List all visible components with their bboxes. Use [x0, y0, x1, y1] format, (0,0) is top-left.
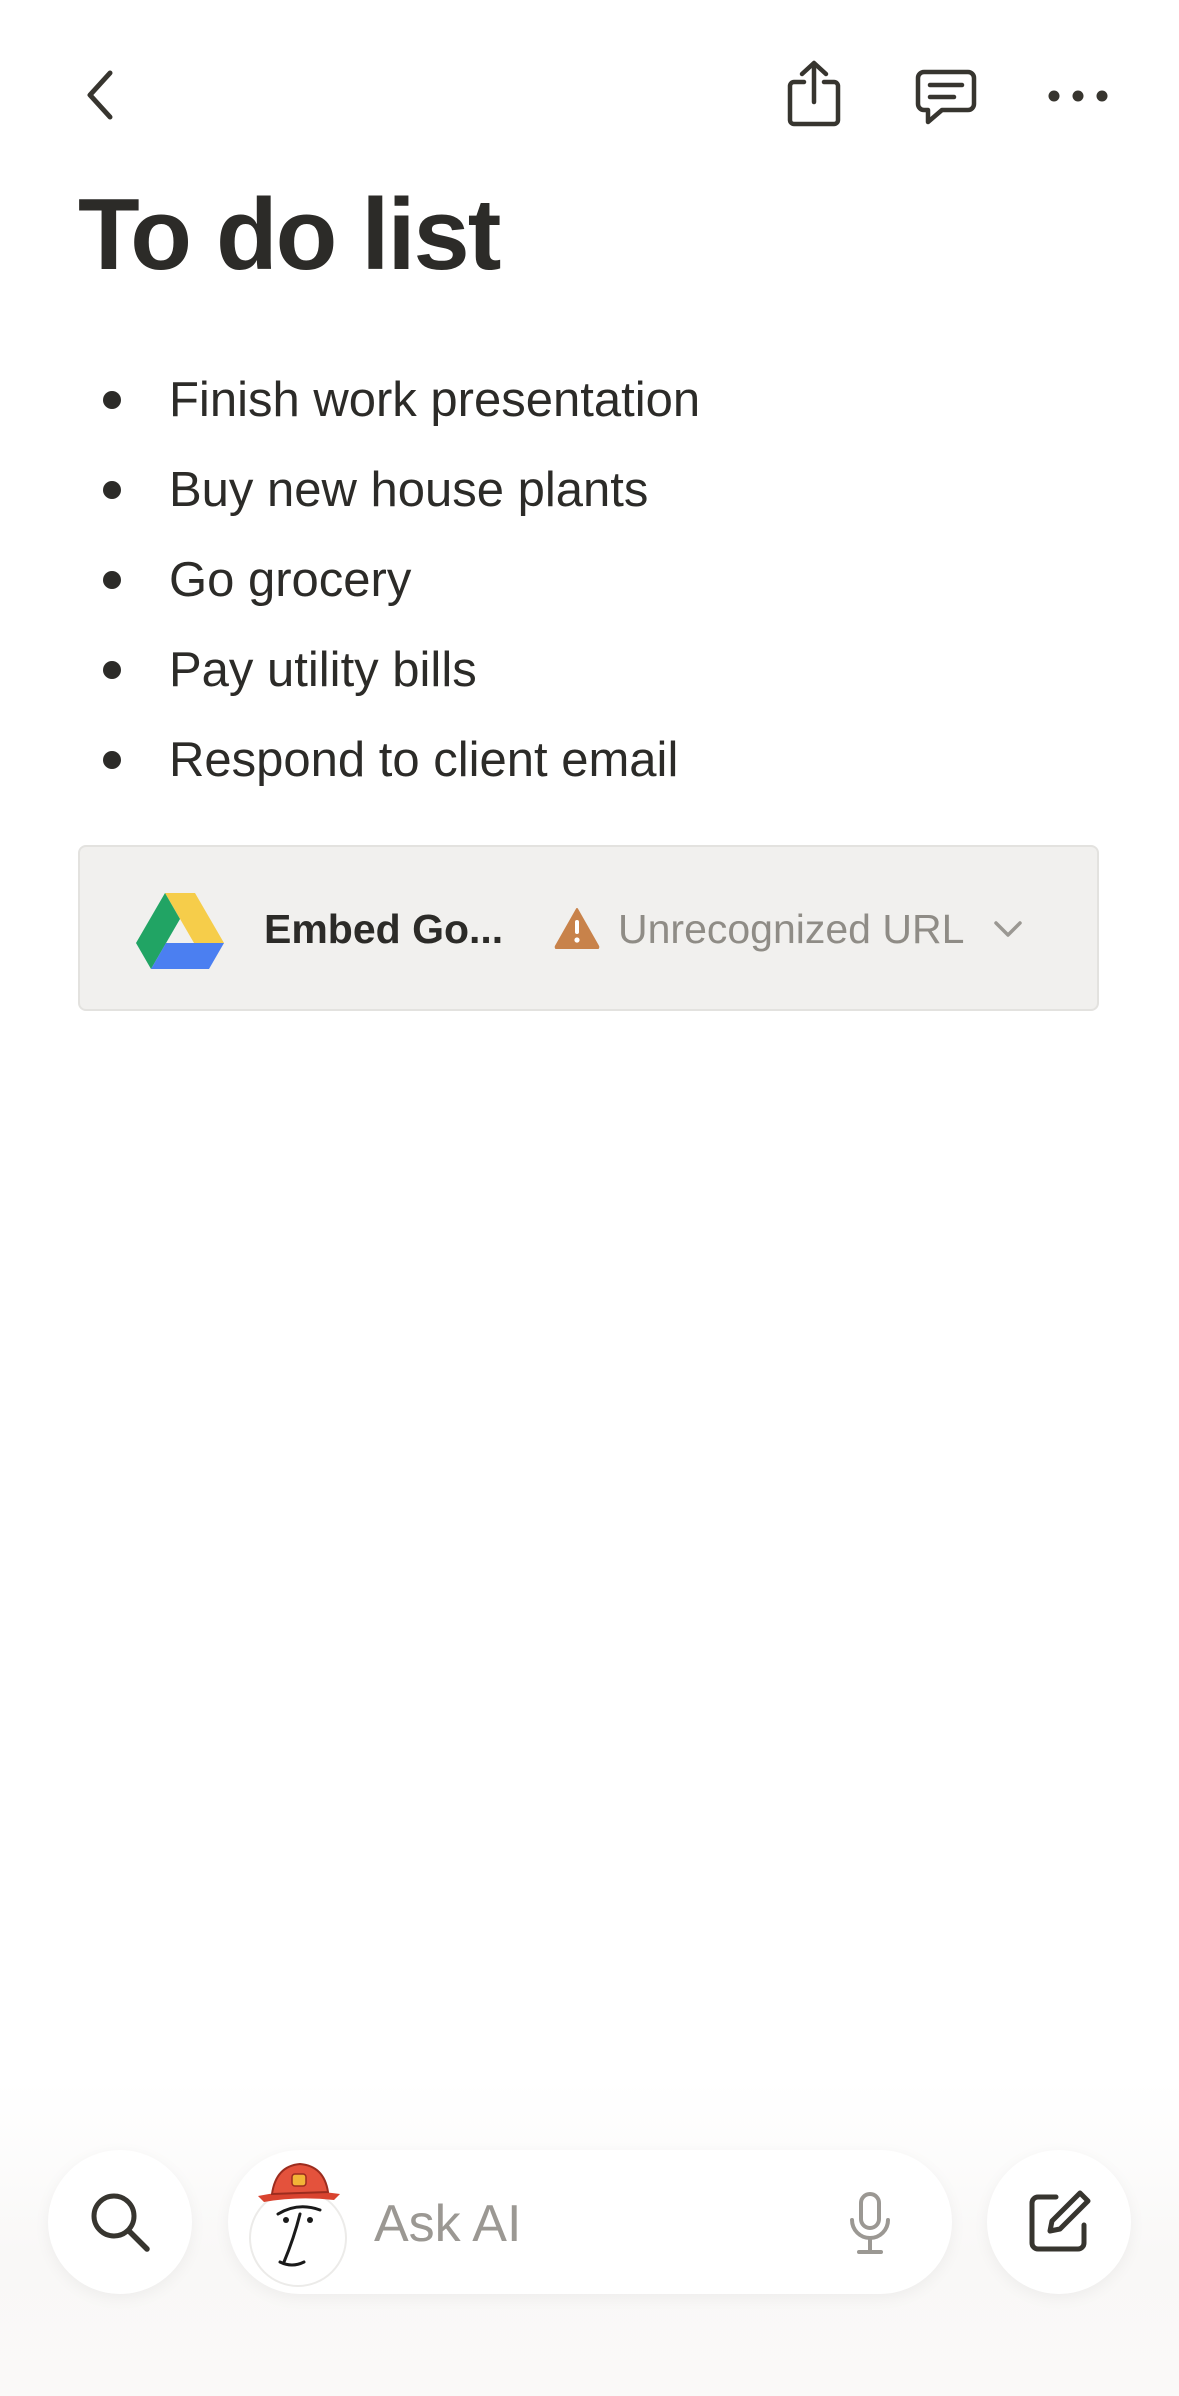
chevron-left-icon	[87, 70, 113, 120]
list-item-text[interactable]: Finish work presentation	[169, 355, 700, 445]
back-button[interactable]	[70, 60, 130, 130]
page-title[interactable]: To do list	[78, 170, 501, 300]
bullet-icon	[103, 391, 121, 409]
share-button[interactable]	[776, 55, 852, 131]
google-drive-embed-block[interactable]: Embed Go... Unrecognized URL	[78, 845, 1099, 1011]
comments-button[interactable]	[908, 58, 984, 134]
embed-title: Embed Go...	[264, 906, 504, 952]
search-icon	[91, 2193, 150, 2252]
bulleted-list: Finish work presentation Buy new house p…	[78, 355, 1098, 805]
more-horizontal-icon	[1048, 90, 1108, 102]
ask-ai-input[interactable]: Ask AI	[228, 2150, 952, 2294]
bullet-icon	[103, 751, 121, 769]
list-item[interactable]: Pay utility bills	[78, 625, 1098, 715]
list-item[interactable]: Buy new house plants	[78, 445, 1098, 535]
top-toolbar	[0, 0, 1179, 180]
bullet-icon	[103, 481, 121, 499]
more-options-button[interactable]	[1038, 58, 1118, 134]
google-drive-icon	[136, 893, 224, 969]
embed-status-text[interactable]: Unrecognized URL	[618, 903, 964, 955]
bullet-icon	[103, 571, 121, 589]
list-item[interactable]: Go grocery	[78, 535, 1098, 625]
list-item-text[interactable]: Pay utility bills	[169, 625, 477, 715]
ai-face-avatar-icon	[249, 2162, 347, 2287]
warning-icon	[554, 908, 600, 949]
list-item-text[interactable]: Go grocery	[169, 535, 411, 625]
search-button[interactable]	[48, 2150, 192, 2294]
list-item[interactable]: Respond to client email	[78, 715, 1098, 805]
ask-ai-placeholder: Ask AI	[374, 2195, 522, 2253]
comment-icon	[915, 69, 977, 125]
chevron-down-icon[interactable]	[992, 917, 1024, 941]
list-item-text[interactable]: Respond to client email	[169, 715, 678, 805]
microphone-icon	[850, 2192, 890, 2254]
list-item[interactable]: Finish work presentation	[78, 355, 1098, 445]
bullet-icon	[103, 661, 121, 679]
list-item-text[interactable]: Buy new house plants	[169, 445, 648, 535]
share-icon	[787, 60, 841, 127]
compose-icon	[1029, 2190, 1091, 2252]
new-page-button[interactable]	[987, 2150, 1131, 2294]
microphone-button[interactable]	[840, 2188, 900, 2260]
